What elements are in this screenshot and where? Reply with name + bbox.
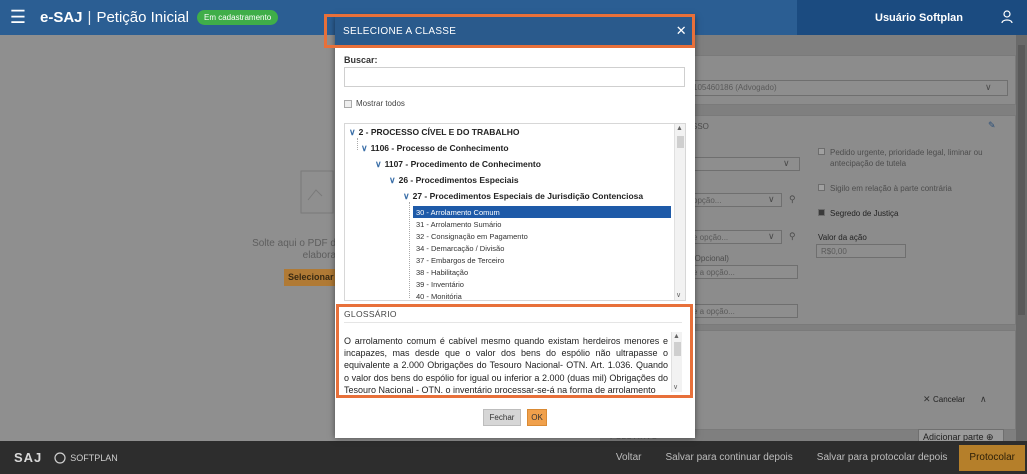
valor-input[interactable]: R$0,00 <box>816 244 906 258</box>
drop-hint-line2: elabora <box>302 250 336 261</box>
search-input[interactable] <box>344 67 685 87</box>
hamburger-menu-icon[interactable]: ☰ <box>0 0 36 35</box>
area-select-value: e opção... <box>693 233 729 242</box>
tree-node-label: 2 - PROCESSO CÍVEL E DO TRABALHO <box>358 127 520 137</box>
subject-select-value: opção... <box>693 196 722 205</box>
valor-label: Valor da ação <box>818 233 867 242</box>
tree-node-level1[interactable]: ∨ 2 - PROCESSO CÍVEL E DO TRABALHO <box>349 126 519 138</box>
tree-node-label: 1106 - Processo de Conhecimento <box>370 143 509 153</box>
tree-node-level5[interactable]: ∨ 27 - Procedimentos Especiais de Jurisd… <box>403 190 643 202</box>
tree-leaf[interactable]: 39 - Inventário <box>416 278 464 290</box>
class-tree[interactable]: ∨ 2 - PROCESSO CÍVEL E DO TRABALHO ∨ 110… <box>344 123 686 301</box>
tree-leaf-label: 39 - Inventário <box>416 279 464 289</box>
tree-guide <box>357 138 358 150</box>
party-select[interactable]: 105460186 (Advogado) <box>688 80 1008 96</box>
valor-value: R$0,00 <box>821 247 847 256</box>
chevron-down-icon[interactable]: ∨ <box>403 191 410 202</box>
cancel-link[interactable]: Cancelar <box>933 395 965 404</box>
highlight-box-header <box>324 14 695 48</box>
extra-select[interactable]: e a opção... <box>688 304 798 318</box>
tree-leaf[interactable]: 38 - Habilitação <box>416 266 468 278</box>
urgent-checkbox[interactable] <box>818 148 825 155</box>
scroll-up-icon[interactable]: ▲ <box>676 125 683 132</box>
edit-icon[interactable]: ✎ <box>988 120 996 131</box>
tree-node-level2[interactable]: ∨ 1106 - Processo de Conhecimento <box>361 142 509 154</box>
optional-label: (Opcional) <box>692 254 729 263</box>
urgent-label-1: Pedido urgente, prioridade legal, limina… <box>830 148 983 157</box>
optional-select-value: e a opção... <box>693 268 735 277</box>
chevron-down-icon[interactable]: ∨ <box>389 175 396 186</box>
softplan-logo: SOFTPLAN <box>54 451 118 464</box>
page-title: Petição Inicial <box>96 9 189 26</box>
softplan-logo-text: SOFTPLAN <box>70 452 118 463</box>
tree-node-label: 1107 - Procedimento de Conhecimento <box>384 159 541 169</box>
chevron-down-icon: ∨ <box>985 82 992 92</box>
tree-leaf-label: 37 - Embargos de Terceiro <box>416 255 505 265</box>
app-brand: e-SAJ <box>40 9 83 26</box>
tree-leaf[interactable]: 31 - Arrolamento Sumário <box>416 218 501 230</box>
user-menu[interactable]: Usuário Softplan <box>797 0 1027 35</box>
tree-leaf[interactable]: 34 - Demarcação / Divisão <box>416 242 504 254</box>
show-all-checkbox[interactable]: Mostrar todos <box>344 99 405 108</box>
chevron-down-icon: ∨ <box>768 231 775 241</box>
sigilo-checkbox[interactable] <box>818 184 825 191</box>
save-protocol-button[interactable]: Salvar para protocolar depois <box>805 452 960 463</box>
segredo-label: Segredo de Justiça <box>830 209 899 218</box>
chevron-down-icon[interactable]: ∨ <box>676 291 681 299</box>
document-icon <box>300 170 334 214</box>
search-icon[interactable]: ⚲ <box>789 231 796 242</box>
sigilo-label: Sigilo em relação à parte contrária <box>830 184 952 193</box>
urgent-label-2: antecipação de tutela <box>830 159 907 168</box>
show-all-label: Mostrar todos <box>356 99 405 108</box>
tree-scrollbar[interactable]: ▲ ∨ <box>674 124 685 300</box>
close-button[interactable]: Fechar <box>483 409 521 426</box>
chevron-down-icon: ∨ <box>783 158 790 168</box>
user-icon[interactable] <box>1001 10 1013 24</box>
chevron-down-icon[interactable]: ∨ <box>375 159 382 170</box>
chevron-down-icon: ∨ <box>768 194 775 204</box>
page-scrollbar-thumb[interactable] <box>1018 45 1025 315</box>
protocol-button[interactable]: Protocolar <box>959 444 1025 471</box>
ok-button[interactable]: OK <box>527 409 547 426</box>
status-badge: Em cadastramento <box>197 10 279 25</box>
tree-node-label: 27 - Procedimentos Especiais de Jurisdiç… <box>412 191 644 201</box>
party-select-value: 105460186 (Advogado) <box>693 83 777 92</box>
tree-node-level3[interactable]: ∨ 1107 - Procedimento de Conhecimento <box>375 158 541 170</box>
tree-leaf-label: 30 - Arrolamento Comum <box>416 207 500 217</box>
tree-leaf-selected[interactable]: 30 - Arrolamento Comum <box>413 206 671 218</box>
chevron-up-icon[interactable]: ∧ <box>980 394 987 405</box>
tree-guide <box>409 202 410 298</box>
back-button[interactable]: Voltar <box>604 452 654 463</box>
checkbox-box[interactable] <box>344 99 352 108</box>
tree-scrollbar-thumb[interactable] <box>677 136 684 148</box>
user-name: Usuário Softplan <box>875 11 964 24</box>
bottom-bar: SAJ SOFTPLAN Voltar Salvar para continua… <box>0 441 1027 474</box>
tree-leaf[interactable]: 37 - Embargos de Terceiro <box>416 254 504 266</box>
tree-leaf-label: 34 - Demarcação / Divisão <box>416 243 505 253</box>
tree-leaf-label: 38 - Habilitação <box>416 267 469 277</box>
tree-leaf-label: 32 - Consignação em Pagamento <box>416 231 528 241</box>
select-file-button[interactable]: Selecionar <box>284 269 336 286</box>
tree-leaf[interactable]: 40 - Monitória <box>416 290 462 301</box>
search-icon[interactable]: ⚲ <box>789 194 796 205</box>
close-icon[interactable]: ✕ <box>923 394 931 405</box>
title-separator: | <box>87 9 92 26</box>
saj-logo: SAJ <box>14 450 43 465</box>
tree-leaf-label: 40 - Monitória <box>416 291 462 301</box>
tree-leaf[interactable]: 32 - Consignação em Pagamento <box>416 230 528 242</box>
softplan-logo-icon <box>54 451 66 464</box>
save-continue-button[interactable]: Salvar para continuar depois <box>653 452 804 463</box>
search-label: Buscar: <box>344 55 378 65</box>
tree-leaf-label: 31 - Arrolamento Sumário <box>416 219 502 229</box>
bottom-actions: Voltar Salvar para continuar depois Salv… <box>604 441 1027 474</box>
extra-select-value: e a opção... <box>693 307 735 316</box>
highlight-box-glossary <box>336 304 693 398</box>
optional-select[interactable]: e a opção... <box>688 265 798 279</box>
tree-node-level4[interactable]: ∨ 26 - Procedimentos Especiais <box>389 174 519 186</box>
chevron-down-icon[interactable]: ∨ <box>349 127 356 138</box>
tree-node-label: 26 - Procedimentos Especiais <box>398 175 519 185</box>
segredo-checkbox[interactable] <box>818 209 825 216</box>
drop-hint-line1: Solte aqui o PDF d <box>252 238 336 249</box>
chevron-down-icon[interactable]: ∨ <box>361 143 368 154</box>
